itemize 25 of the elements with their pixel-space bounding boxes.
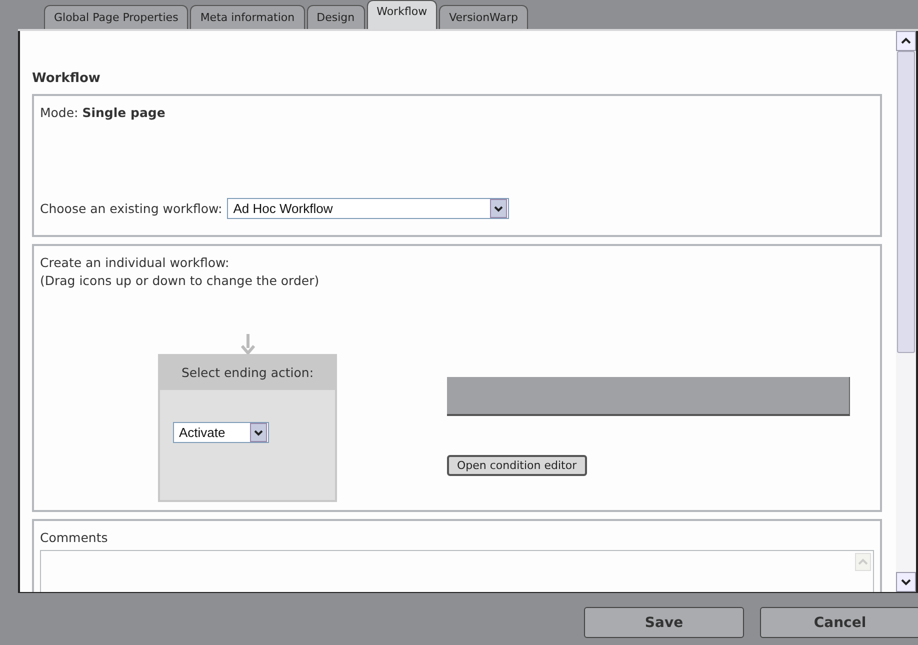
section-heading: Workflow xyxy=(32,71,102,86)
scroll-up-icon xyxy=(855,553,871,571)
caret-icon xyxy=(250,423,267,442)
dialog-button[interactable]: Save xyxy=(584,607,744,638)
tab[interactable]: VersionWarp xyxy=(439,5,528,29)
workflow-label: Choose an existing workflow: xyxy=(40,200,222,218)
comments-label: Comments xyxy=(40,529,109,547)
workflow-dropdown[interactable]: Ad Hoc Workflow xyxy=(227,198,510,219)
tab[interactable]: Workflow xyxy=(366,0,438,29)
dialog-button[interactable]: Cancel xyxy=(760,607,918,638)
caret-icon xyxy=(490,199,508,218)
comments-field[interactable] xyxy=(40,550,874,592)
scroll-up-icon[interactable] xyxy=(896,31,916,51)
instruction-text: Create an individual workflow: xyxy=(40,254,230,272)
scrollbar-thumb[interactable] xyxy=(897,51,915,353)
condition-editor-button[interactable]: Open condition editor xyxy=(447,455,587,476)
tab[interactable]: Global Page Properties xyxy=(44,5,188,29)
down-arrow-icon xyxy=(240,334,254,354)
tab[interactable]: Meta information xyxy=(190,5,305,29)
ending-action-dropdown[interactable]: Activate xyxy=(173,422,269,443)
ending-action-title: Select ending action: xyxy=(160,356,335,390)
scroll-down-icon[interactable] xyxy=(896,572,916,592)
tab[interactable]: Design xyxy=(306,5,365,29)
instruction-text: (Drag icons up or down to change the order) xyxy=(40,272,320,290)
mode-text: Mode: Single page xyxy=(40,104,166,122)
